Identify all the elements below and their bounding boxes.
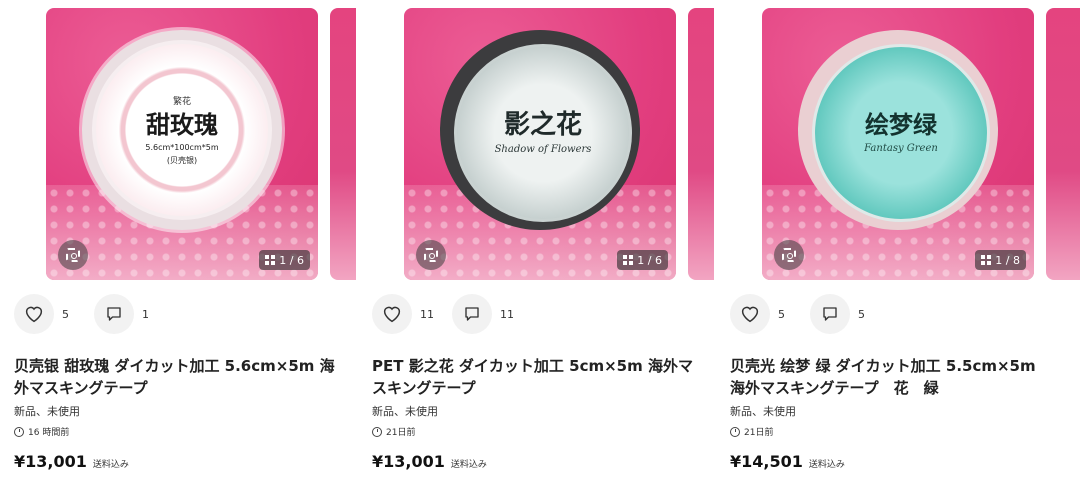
shipping-label: 送料込み	[92, 460, 129, 470]
next-image-preview[interactable]	[330, 8, 356, 280]
tape-size-text: 5.6cm*100cm*5m	[145, 143, 219, 152]
image-count-badge: 1 / 6	[259, 250, 310, 270]
comment-icon	[823, 307, 837, 321]
tape-roll: 绘梦绿 Fantasy Green	[798, 30, 998, 230]
product-card[interactable]: 影之花 Shadow of Flowers 1 / 6 11 11 PET 影之…	[372, 0, 744, 489]
like-button[interactable]	[14, 294, 54, 334]
posted-time-text: 16 時間前	[28, 428, 70, 438]
tape-roll: 影之花 Shadow of Flowers	[440, 30, 640, 230]
image-count: 1 / 6	[279, 253, 304, 267]
clock-icon	[372, 426, 382, 437]
image-count-badge: 1 / 8	[975, 250, 1026, 270]
like-count: 5	[62, 307, 69, 321]
product-title[interactable]: 贝壳银 甜玫瑰 ダイカット加工 5.6cm×5m 海外マスキングテープ	[14, 355, 336, 399]
image-search-icon[interactable]	[58, 240, 88, 270]
shipping-label: 送料込み	[808, 460, 845, 470]
comment-count: 5	[858, 307, 865, 321]
tape-label: 影之花 Shadow of Flowers	[454, 44, 632, 222]
price: ¥14,501	[730, 452, 803, 471]
product-image[interactable]: 繁花 甜玫瑰 5.6cm*100cm*5m (贝壳银) 1 / 6	[46, 8, 318, 280]
tape-title: 甜玫瑰	[146, 110, 218, 139]
comment-button[interactable]	[94, 294, 134, 334]
comment-icon	[465, 307, 479, 321]
posted-time: 16 時間前	[14, 425, 69, 438]
posted-time: 21日前	[730, 425, 773, 438]
product-image[interactable]: 绘梦绿 Fantasy Green 1 / 8	[762, 8, 1034, 280]
price-row: ¥13,001 送料込み	[14, 452, 129, 471]
next-image-preview[interactable]	[688, 8, 714, 280]
tape-finish-text: (贝壳银)	[166, 156, 198, 165]
image-count-badge: 1 / 6	[617, 250, 668, 270]
heart-icon	[741, 306, 759, 323]
product-condition: 新品、未使用	[14, 405, 80, 418]
tape-title: 影之花	[503, 109, 582, 140]
price: ¥13,001	[372, 452, 445, 471]
posted-time: 21日前	[372, 425, 415, 438]
tape-label: 绘梦绿 Fantasy Green	[812, 44, 990, 222]
tape-top-text: 繁花	[172, 97, 191, 107]
product-title[interactable]: 贝壳光 绘梦 绿 ダイカット加工 5.5cm×5m 海外マスキングテープ 花 緑	[730, 355, 1040, 399]
heart-icon	[383, 306, 401, 323]
image-count: 1 / 6	[637, 253, 662, 267]
like-button[interactable]	[730, 294, 770, 334]
product-condition: 新品、未使用	[730, 405, 796, 418]
heart-icon	[25, 306, 43, 323]
tape-title: 绘梦绿	[865, 109, 937, 139]
product-card[interactable]: 繁花 甜玫瑰 5.6cm*100cm*5m (贝壳银) 1 / 6 5 1 贝壳…	[14, 0, 386, 489]
product-card[interactable]: 绘梦绿 Fantasy Green 1 / 8 5 5 贝壳光 绘梦 绿 ダイカ…	[730, 0, 1080, 489]
gallery-grid-icon	[265, 255, 276, 265]
next-image-preview[interactable]	[1046, 8, 1080, 280]
like-count: 5	[778, 307, 785, 321]
image-search-icon[interactable]	[416, 240, 446, 270]
like-count: 11	[420, 307, 434, 321]
posted-time-text: 21日前	[386, 428, 416, 438]
price: ¥13,001	[14, 452, 87, 471]
product-condition: 新品、未使用	[372, 405, 438, 418]
product-image-carousel[interactable]: 影之花 Shadow of Flowers 1 / 6	[404, 8, 744, 280]
image-count: 1 / 8	[995, 253, 1020, 267]
comment-count: 11	[500, 307, 514, 321]
comment-icon	[107, 307, 121, 321]
product-image-carousel[interactable]: 绘梦绿 Fantasy Green 1 / 8	[762, 8, 1080, 280]
tape-subtitle: Fantasy Green	[864, 142, 938, 154]
image-search-icon[interactable]	[774, 240, 804, 270]
product-image-carousel[interactable]: 繁花 甜玫瑰 5.6cm*100cm*5m (贝壳银) 1 / 6	[46, 8, 386, 280]
like-button[interactable]	[372, 294, 412, 334]
comment-button[interactable]	[452, 294, 492, 334]
clock-icon	[14, 426, 24, 437]
clock-icon	[730, 426, 740, 437]
tape-label: 繁花 甜玫瑰 5.6cm*100cm*5m (贝壳银)	[96, 44, 268, 216]
price-row: ¥13,001 送料込み	[372, 452, 487, 471]
comment-button[interactable]	[810, 294, 850, 334]
posted-time-text: 21日前	[744, 428, 774, 438]
comment-count: 1	[142, 307, 149, 321]
price-row: ¥14,501 送料込み	[730, 452, 845, 471]
product-image[interactable]: 影之花 Shadow of Flowers 1 / 6	[404, 8, 676, 280]
product-title[interactable]: PET 影之花 ダイカット加工 5cm×5m 海外マスキングテープ	[372, 355, 694, 399]
tape-roll: 繁花 甜玫瑰 5.6cm*100cm*5m (贝壳银)	[82, 30, 282, 230]
tape-subtitle: Shadow of Flowers	[494, 143, 592, 155]
shipping-label: 送料込み	[450, 460, 487, 470]
gallery-grid-icon	[623, 255, 634, 265]
gallery-grid-icon	[981, 255, 992, 265]
